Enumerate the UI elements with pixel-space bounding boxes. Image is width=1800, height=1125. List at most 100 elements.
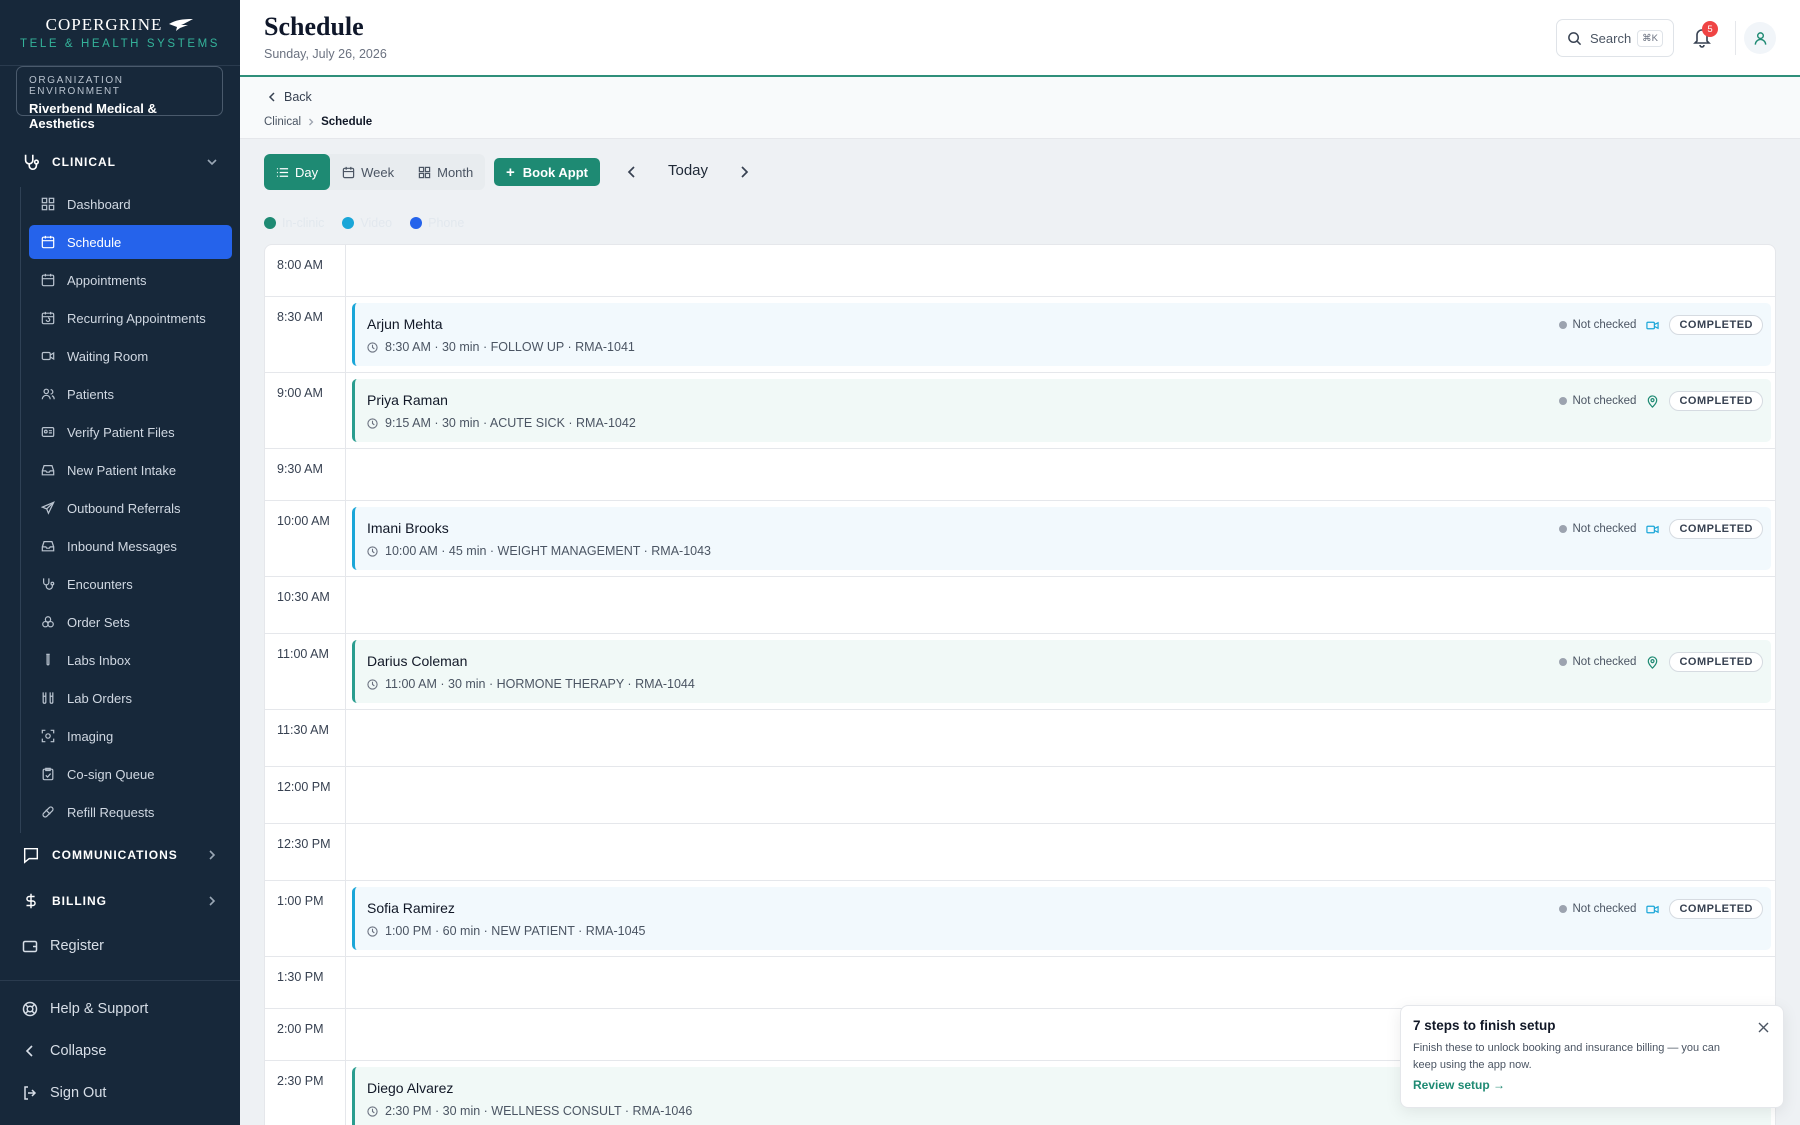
video-icon	[1646, 321, 1660, 329]
appointment-card[interactable]: Sofia Ramirez 1:00 PM · 60 min · NEW PATI…	[352, 887, 1771, 950]
sidebar-item-encounters[interactable]: Encounters	[29, 567, 232, 601]
sign-out-button[interactable]: Sign Out	[0, 1074, 240, 1112]
breadcrumb-clinical[interactable]: Clinical	[264, 116, 301, 128]
book-appt-button[interactable]: + Book Appt	[494, 158, 600, 186]
sidebar-item-patients[interactable]: Patients	[29, 377, 232, 411]
time-label: 9:30 AM	[277, 462, 323, 476]
video-icon	[1646, 525, 1660, 533]
map-pin-icon	[1648, 394, 1658, 408]
section-billing-label: BILLING	[52, 894, 107, 908]
appointment-card[interactable]: Darius Coleman 11:00 AM · 30 min · HORMON…	[352, 640, 1771, 703]
section-communications[interactable]: COMMUNICATIONS	[0, 836, 240, 874]
appointment-meta: 1:00 PM · 60 min · NEW PATIENT · RMA-104…	[385, 924, 646, 938]
time-slot[interactable]: 10:30 AM	[265, 577, 1775, 634]
sidebar-item-label: Labs Inbox	[67, 652, 131, 668]
time-slot[interactable]: 10:00 AM Imani Brooks 10:00 AM · 45 min · …	[265, 501, 1775, 577]
plus-icon: +	[506, 163, 515, 181]
time-slot[interactable]: 1:30 PM	[265, 957, 1775, 1009]
sidebar-item-imaging[interactable]: Imaging	[29, 719, 232, 753]
signout-label: Sign Out	[50, 1085, 107, 1101]
calendar-icon	[342, 166, 355, 178]
stethoscope-icon	[24, 154, 40, 170]
check-in-dot	[1558, 658, 1567, 666]
avatar[interactable]	[1744, 22, 1776, 54]
section-communications-label: COMMUNICATIONS	[52, 848, 178, 862]
sidebar-item-label: Inbound Messages	[67, 538, 177, 554]
time-slot[interactable]: 1:00 PM Sofia Ramirez 1:00 PM · 60 min · N…	[265, 881, 1775, 957]
sidebar-item-appointments[interactable]: Appointments	[29, 263, 232, 297]
tab-day-label: Day	[295, 164, 319, 180]
legend-dot	[410, 217, 423, 229]
sidebar-item-outbound-referrals[interactable]: Outbound Referrals	[29, 491, 232, 525]
sidebar-item-recurring-appointments[interactable]: Recurring Appointments	[29, 301, 232, 335]
sidebar-item-labs-inbox[interactable]: Labs Inbox	[29, 643, 232, 677]
video-icon	[1646, 905, 1660, 913]
sidebar-item-new-patient-intake[interactable]: New Patient Intake	[29, 453, 232, 487]
help-support-link[interactable]: Help & Support	[0, 990, 240, 1028]
sidebar-item-order-sets[interactable]: Order Sets	[29, 605, 232, 639]
clock-icon	[367, 417, 378, 429]
chevron-left-icon	[268, 92, 275, 102]
close-icon[interactable]	[1758, 1022, 1769, 1033]
chevron-right-icon	[209, 850, 216, 860]
status-badge: COMPLETED	[1669, 315, 1763, 335]
clock-icon	[367, 1105, 378, 1117]
sidebar-item-waiting-room[interactable]: Waiting Room	[29, 339, 232, 373]
time-slot[interactable]: 11:00 AM Darius Coleman 11:00 AM · 30 min …	[265, 634, 1775, 710]
time-slot[interactable]: 8:30 AM Arjun Mehta 8:30 AM · 30 min · FOL…	[265, 297, 1775, 373]
prev-day-button[interactable]	[625, 163, 639, 181]
time-label: 8:30 AM	[277, 310, 323, 324]
tab-month[interactable]: Month	[406, 154, 485, 190]
time-label: 10:30 AM	[277, 590, 330, 604]
register-link[interactable]: Register	[0, 927, 240, 965]
sidebar-item-refill-requests[interactable]: Refill Requests	[29, 795, 232, 829]
sidebar-item-label: Appointments	[67, 272, 147, 288]
user-icon	[1754, 31, 1766, 45]
chevron-right-icon	[309, 118, 314, 126]
today-button[interactable]: Today	[668, 162, 708, 179]
time-slot[interactable]: 12:00 PM	[265, 767, 1775, 824]
time-slot[interactable]: 12:30 PM	[265, 824, 1775, 881]
org-switcher[interactable]: ORGANIZATION ENVIRONMENT Riverbend Medic…	[16, 66, 223, 131]
inbox-icon	[41, 541, 55, 552]
sidebar-item-verify-patient-files[interactable]: Verify Patient Files	[29, 415, 232, 449]
tab-week[interactable]: Week	[330, 154, 406, 190]
appointment-card[interactable]: Arjun Mehta 8:30 AM · 30 min · FOLLOW UP …	[352, 303, 1771, 366]
sidebar-item-schedule[interactable]: Schedule	[29, 225, 232, 259]
sub-header: Back Clinical Schedule	[240, 77, 1800, 139]
sidebar-divider	[0, 980, 240, 981]
sidebar-item-label: Verify Patient Files	[67, 424, 175, 440]
time-slot[interactable]: 8:00 AM	[265, 245, 1775, 297]
time-slot[interactable]: 9:00 AM Priya Raman 9:15 AM · 30 min · ACU…	[265, 373, 1775, 449]
check-in-status: Not checked	[1572, 903, 1637, 915]
appointment-meta: 2:30 PM · 30 min · WELLNESS CONSULT · RM…	[385, 1104, 693, 1118]
section-clinical[interactable]: CLINICAL	[0, 143, 240, 181]
clinical-nav-list: Dashboard Schedule Appointments Recurring A…	[20, 187, 240, 833]
time-slot[interactable]: 9:30 AM	[265, 449, 1775, 501]
sidebar-item-lab-orders[interactable]: Lab Orders	[29, 681, 232, 715]
brand-logo[interactable]: COPERGRINE TELE & HEALTH SYSTEMS	[0, 0, 240, 66]
patient-name: Darius Coleman	[367, 653, 468, 669]
book-appt-label: Book Appt	[522, 164, 588, 180]
section-billing[interactable]: BILLING	[0, 882, 240, 920]
search-button[interactable]: Search ⌘K	[1556, 19, 1674, 57]
collapse-button[interactable]: Collapse	[0, 1032, 240, 1070]
back-button[interactable]: Back	[266, 90, 312, 104]
sidebar-item-inbound-messages[interactable]: Inbound Messages	[29, 529, 232, 563]
patient-name: Arjun Mehta	[367, 316, 443, 332]
appointment-card[interactable]: Imani Brooks 10:00 AM · 45 min · WEIGHT M…	[352, 507, 1771, 570]
sidebar-item-label: Lab Orders	[67, 690, 133, 706]
legend-label: Phone	[428, 216, 465, 230]
breadcrumb-current: Schedule	[321, 116, 373, 128]
tab-day[interactable]: Day	[264, 154, 331, 190]
legend-item-video: Video	[342, 216, 392, 230]
review-setup-link[interactable]: Review setup →	[1413, 1078, 1505, 1092]
appointment-card[interactable]: Priya Raman 9:15 AM · 30 min · ACUTE SICK…	[352, 379, 1771, 442]
sidebar-item-dashboard[interactable]: Dashboard	[29, 187, 232, 221]
legend-dot	[342, 217, 355, 229]
time-slot[interactable]: 11:30 AM	[265, 710, 1775, 767]
sidebar-item-co-sign-queue[interactable]: Co-sign Queue	[29, 757, 232, 791]
next-day-button[interactable]	[737, 163, 751, 181]
stethoscope-icon	[43, 578, 55, 590]
sidebar-item-label: Dashboard	[67, 196, 131, 212]
